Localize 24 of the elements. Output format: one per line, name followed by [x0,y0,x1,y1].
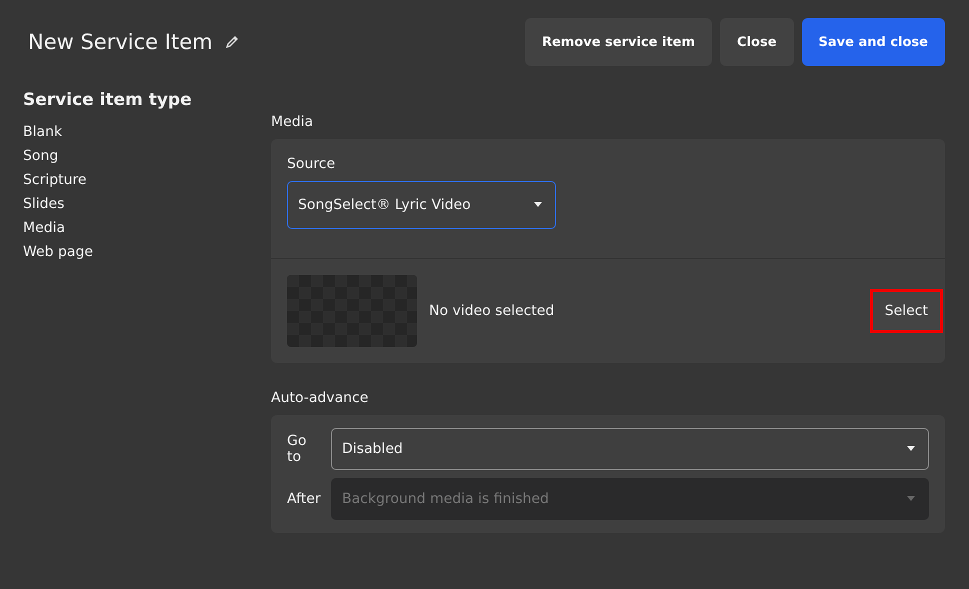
page-title: New Service Item [28,30,213,54]
select-button[interactable]: Select [870,289,943,333]
sidebar-item[interactable]: Song [23,144,271,168]
save-button[interactable]: Save and close [802,18,945,66]
sidebar-item[interactable]: Scripture [23,168,271,192]
video-status: No video selected [429,303,556,319]
caret-icon [906,446,916,452]
caret-icon [906,496,916,502]
sidebar-heading: Service item type [23,90,193,110]
sidebar-item[interactable]: Web page [23,240,271,264]
sidebar-item[interactable]: Slides [23,192,271,216]
section-label: Auto-advance [271,390,370,406]
dropdown[interactable]: Disabled [331,428,929,470]
header-button[interactable]: Close [720,18,794,66]
field-label: Go to [287,433,308,465]
field-label: Source [287,156,336,172]
sidebar-item[interactable]: Media [23,216,271,240]
sidebar-item[interactable]: Blank [23,120,271,144]
header-button[interactable]: Remove service item [524,18,712,66]
pencil-icon[interactable] [224,35,239,49]
field-label: After [287,491,321,507]
caret-icon [533,202,543,208]
section-label: Media [271,114,314,130]
source-select[interactable]: SongSelect® Lyric Video [287,181,556,229]
